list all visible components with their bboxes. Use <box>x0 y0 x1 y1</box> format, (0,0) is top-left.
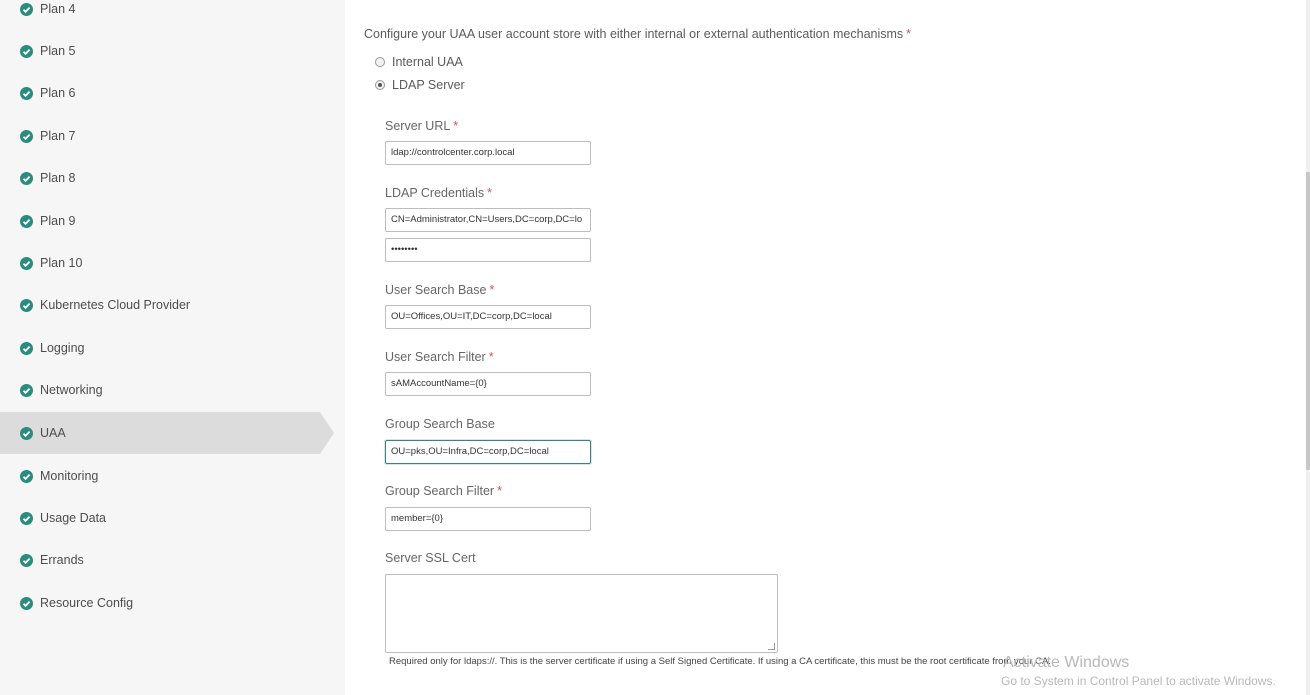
check-circle-icon <box>20 469 33 483</box>
required-mark: * <box>489 283 495 297</box>
check-circle-icon <box>20 2 33 16</box>
sidebar-item-kubernetes-cloud-provider[interactable]: Kubernetes Cloud Provider <box>0 284 330 326</box>
sidebar-item-plan-9[interactable]: Plan 9 <box>0 200 330 242</box>
required-mark: * <box>487 186 493 200</box>
sidebar-item-label: Plan 4 <box>40 2 76 16</box>
sidebar: Plan 4 Plan 5 Plan 6 Plan 7 Plan 8 Plan … <box>0 0 345 695</box>
sidebar-item-label: Kubernetes Cloud Provider <box>40 298 191 312</box>
check-circle-icon <box>20 129 33 143</box>
uaa-config-form: Configure your UAA user account store wi… <box>345 0 1310 695</box>
sidebar-item-label: Usage Data <box>40 511 107 525</box>
check-circle-icon <box>20 256 33 270</box>
sidebar-item-label: Plan 6 <box>40 86 76 100</box>
sidebar-item-label: UAA <box>40 426 66 440</box>
group-search-filter-label: Group Search Filter * <box>385 484 502 498</box>
sidebar-item-uaa[interactable]: UAA <box>0 412 334 454</box>
sidebar-item-plan-8[interactable]: Plan 8 <box>0 157 330 199</box>
required-mark: * <box>497 484 502 498</box>
sidebar-item-resource-config[interactable]: Resource Config <box>0 582 330 624</box>
check-circle-icon <box>20 383 33 397</box>
check-circle-icon <box>20 341 33 355</box>
radio-internal-uaa[interactable]: Internal UAA <box>375 55 463 69</box>
user-search-base-input[interactable]: OU=Offices,OU=IT,DC=corp,DC=local <box>385 305 591 329</box>
label-text: User Search Base <box>385 283 487 297</box>
check-circle-icon <box>20 171 33 185</box>
check-circle-icon <box>20 214 33 228</box>
sidebar-item-plan-5[interactable]: Plan 5 <box>0 30 330 72</box>
radio-ldap-server[interactable]: LDAP Server <box>375 78 465 92</box>
check-circle-icon <box>20 86 33 100</box>
ldap-password-input[interactable]: •••••••• <box>385 238 591 262</box>
sidebar-item-plan-6[interactable]: Plan 6 <box>0 72 330 114</box>
sidebar-item-label: Logging <box>40 341 85 355</box>
server-url-label: Server URL * <box>385 119 458 133</box>
user-search-filter-input[interactable]: sAMAccountName={0} <box>385 372 591 396</box>
sidebar-item-label: Errands <box>40 553 84 567</box>
sidebar-item-errands[interactable]: Errands <box>0 539 330 581</box>
server-ssl-cert-hint: Required only for ldaps://. This is the … <box>389 656 1051 667</box>
resize-grip-icon[interactable] <box>768 643 775 650</box>
ldap-username-input[interactable]: CN=Administrator,CN=Users,DC=corp,DC=lo <box>385 208 591 232</box>
server-url-input[interactable]: ldap://controlcenter.corp.local <box>385 141 591 165</box>
sidebar-item-label: Plan 8 <box>40 171 76 185</box>
sidebar-item-label: Plan 10 <box>40 256 83 270</box>
server-ssl-cert-label: Server SSL Cert <box>385 551 476 565</box>
user-search-base-label: User Search Base * <box>385 283 494 297</box>
label-text: Server URL <box>385 119 451 133</box>
group-search-base-label: Group Search Base <box>385 417 495 431</box>
sidebar-item-label: Plan 7 <box>40 129 76 143</box>
check-circle-icon <box>20 511 33 525</box>
sidebar-item-label: Plan 5 <box>40 44 76 58</box>
check-circle-icon <box>20 298 33 312</box>
server-ssl-cert-textarea[interactable] <box>385 574 778 653</box>
sidebar-item-label: Plan 9 <box>40 214 76 228</box>
group-search-base-input[interactable]: OU=pks,OU=Infra,DC=corp,DC=local <box>385 440 591 464</box>
user-search-filter-label: User Search Filter * <box>385 350 494 364</box>
sidebar-item-label: Resource Config <box>40 596 134 610</box>
check-circle-icon <box>20 553 33 567</box>
label-text: LDAP Credentials <box>385 186 485 200</box>
ldap-credentials-label: LDAP Credentials * <box>385 186 492 200</box>
required-mark: * <box>453 119 459 133</box>
sidebar-item-label: Monitoring <box>40 469 99 483</box>
sidebar-item-label: Networking <box>40 383 103 397</box>
check-circle-icon <box>20 426 33 440</box>
required-mark: * <box>488 350 494 364</box>
sidebar-item-plan-7[interactable]: Plan 7 <box>0 115 330 157</box>
label-text: User Search Filter <box>385 350 486 364</box>
sidebar-item-monitoring[interactable]: Monitoring <box>0 455 330 497</box>
check-circle-icon <box>20 44 33 58</box>
sidebar-item-plan-10[interactable]: Plan 10 <box>0 242 330 284</box>
radio-label: LDAP Server <box>392 78 465 92</box>
form-intro-text: Configure your UAA user account store wi… <box>364 27 904 41</box>
radio-button-selected[interactable] <box>375 80 385 90</box>
required-mark: * <box>906 27 912 41</box>
scrollbar-thumb[interactable] <box>1306 172 1310 470</box>
label-text: Group Search Filter <box>385 484 495 498</box>
check-circle-icon <box>20 596 33 610</box>
sidebar-item-plan-4[interactable]: Plan 4 <box>0 0 330 30</box>
form-intro: Configure your UAA user account store wi… <box>364 27 911 41</box>
sidebar-item-usage-data[interactable]: Usage Data <box>0 497 330 539</box>
group-search-filter-input[interactable]: member={0} <box>385 507 591 531</box>
sidebar-item-logging[interactable]: Logging <box>0 327 330 369</box>
radio-button[interactable] <box>375 57 385 67</box>
radio-label: Internal UAA <box>392 55 463 69</box>
sidebar-item-networking[interactable]: Networking <box>0 369 330 411</box>
activate-windows-watermark: Activate Windows <box>1003 654 1130 671</box>
activate-windows-subtext: Go to System in Control Panel to activat… <box>1001 674 1276 688</box>
